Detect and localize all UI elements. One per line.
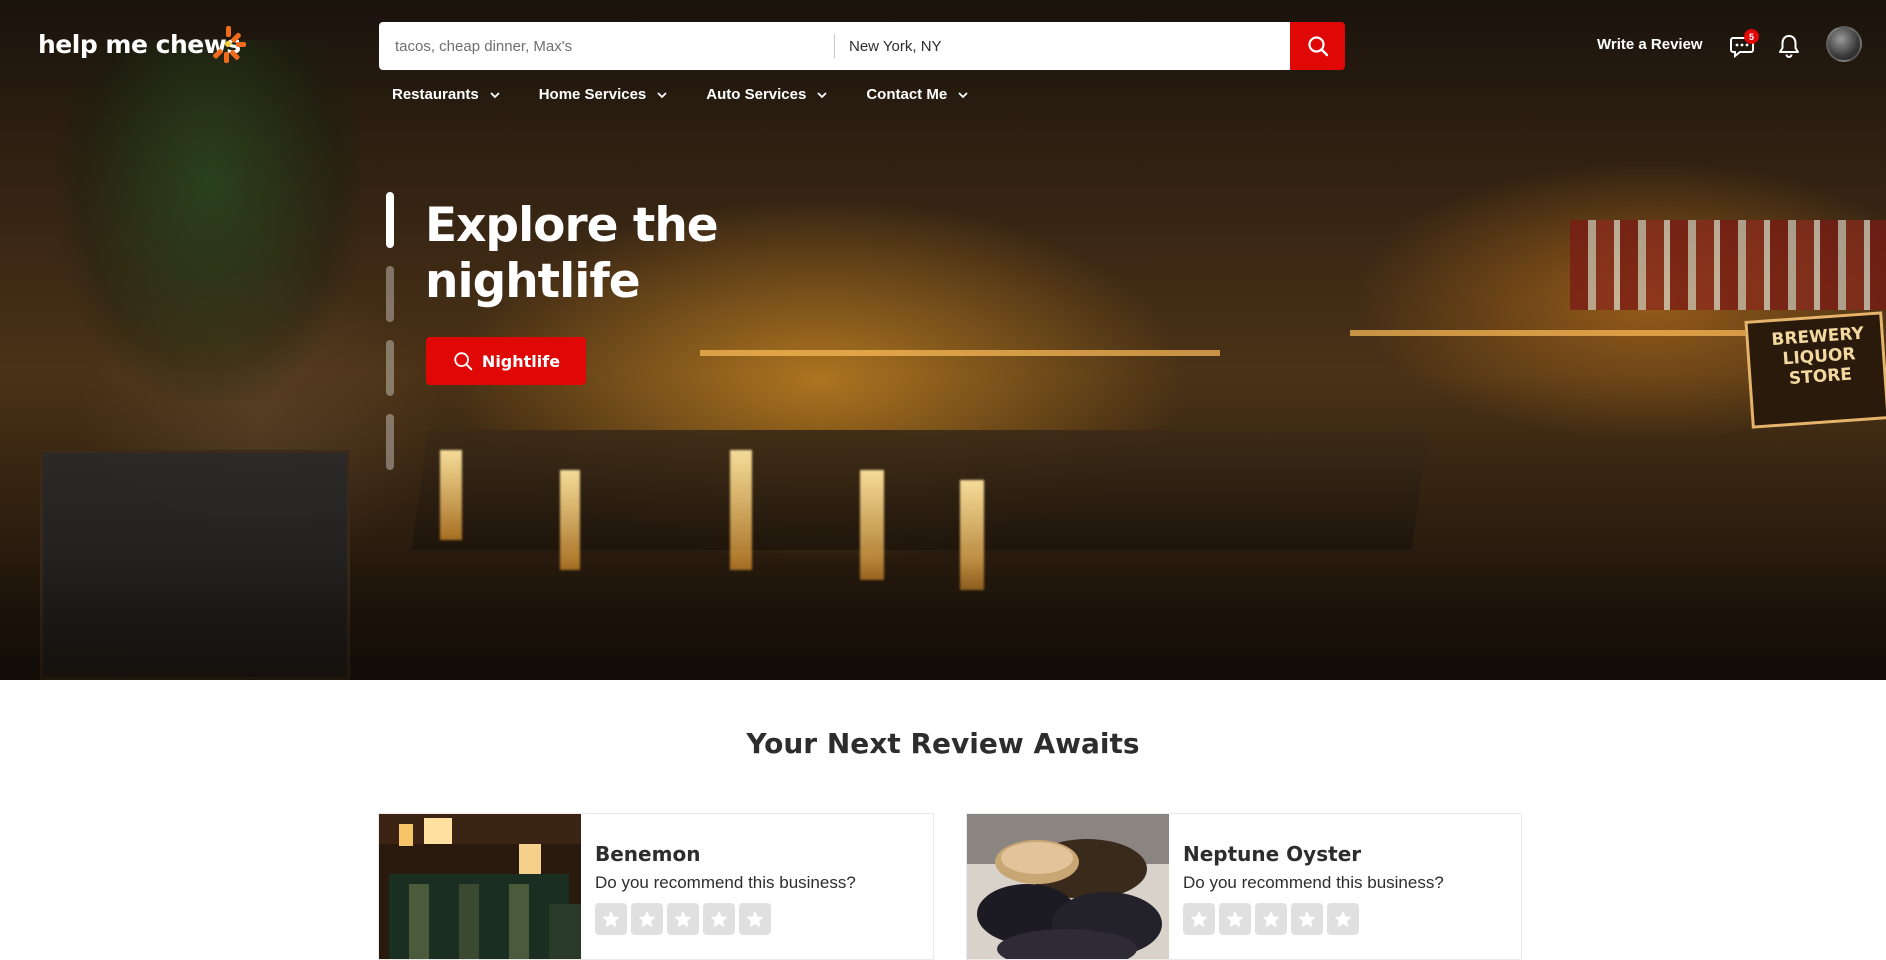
star-icon bbox=[638, 910, 656, 928]
section-title: Your Next Review Awaits bbox=[746, 727, 1140, 760]
hero-brewery-sign-text: BREWERY LIQUOR STORE bbox=[1770, 323, 1865, 389]
chevron-down-icon bbox=[958, 91, 968, 98]
recommend-question: Do you recommend this business? bbox=[595, 873, 856, 892]
nav-item-label: Contact Me bbox=[866, 86, 948, 103]
slide-indicator-2[interactable] bbox=[386, 266, 394, 322]
recommend-question: Do you recommend this business? bbox=[1183, 873, 1444, 892]
star-rating bbox=[1183, 903, 1363, 935]
star-3[interactable] bbox=[667, 903, 699, 935]
review-card[interactable]: Benemon Do you recommend this business? bbox=[378, 813, 934, 960]
star-icon bbox=[1334, 910, 1352, 928]
search-input[interactable] bbox=[379, 22, 834, 70]
slide-indicator-4[interactable] bbox=[386, 414, 394, 470]
star-5[interactable] bbox=[1327, 903, 1359, 935]
star-4[interactable] bbox=[703, 903, 735, 935]
slide-indicator-3[interactable] bbox=[386, 340, 394, 396]
star-1[interactable] bbox=[595, 903, 627, 935]
main-nav: Restaurants Home Services Auto Services … bbox=[392, 86, 1007, 103]
chevron-down-icon bbox=[490, 91, 500, 98]
star-3[interactable] bbox=[1255, 903, 1287, 935]
star-icon bbox=[674, 910, 692, 928]
nav-item-label: Home Services bbox=[538, 86, 647, 103]
star-icon bbox=[1298, 910, 1316, 928]
user-avatar[interactable] bbox=[1826, 26, 1862, 62]
nav-item-restaurants[interactable]: Restaurants bbox=[392, 86, 501, 103]
chevron-down-icon bbox=[817, 91, 827, 98]
messages-badge: 5 bbox=[1744, 29, 1759, 44]
logo-burst-icon bbox=[213, 26, 246, 63]
nav-item-contact-me[interactable]: Contact Me bbox=[866, 86, 969, 103]
star-4[interactable] bbox=[1291, 903, 1323, 935]
hero-bar-light bbox=[560, 470, 580, 570]
star-5[interactable] bbox=[739, 903, 771, 935]
hero-bar-light bbox=[440, 450, 462, 540]
hero-floor-shade bbox=[0, 560, 1886, 680]
hero-shelf-light bbox=[1350, 330, 1750, 336]
search-icon bbox=[454, 352, 473, 371]
write-review-link[interactable]: Write a Review bbox=[1597, 36, 1703, 53]
business-name[interactable]: Benemon bbox=[595, 842, 700, 866]
hero-slide-indicators bbox=[386, 192, 394, 488]
review-card[interactable]: Neptune Oyster Do you recommend this bus… bbox=[966, 813, 1522, 960]
nav-item-label: Restaurants bbox=[392, 86, 479, 103]
star-2[interactable] bbox=[631, 903, 663, 935]
business-photo bbox=[379, 814, 581, 959]
business-photo bbox=[967, 814, 1169, 959]
hero-title: Explore the nightlife bbox=[425, 198, 719, 309]
search-icon bbox=[1307, 36, 1328, 57]
nav-item-home-services[interactable]: Home Services bbox=[539, 86, 669, 103]
star-icon bbox=[1262, 910, 1280, 928]
star-icon bbox=[1190, 910, 1208, 928]
hero-brewery-sign: BREWERY LIQUOR STORE bbox=[1744, 311, 1886, 429]
star-icon bbox=[710, 910, 728, 928]
search-button[interactable] bbox=[1290, 22, 1345, 70]
hero-plant-decoration bbox=[60, 40, 360, 400]
slide-indicator-1[interactable] bbox=[386, 192, 394, 248]
hero-shelf-light bbox=[700, 350, 1220, 356]
nav-item-label: Auto Services bbox=[706, 86, 807, 103]
star-icon bbox=[602, 910, 620, 928]
logo[interactable]: help me chews bbox=[38, 30, 241, 59]
nightlife-button-label: Nightlife bbox=[481, 351, 561, 371]
chevron-down-icon bbox=[657, 91, 667, 98]
location-input[interactable] bbox=[835, 22, 1290, 70]
star-rating bbox=[595, 903, 775, 935]
star-icon bbox=[746, 910, 764, 928]
nightlife-button[interactable]: Nightlife bbox=[426, 337, 586, 385]
star-icon bbox=[1226, 910, 1244, 928]
bell-icon[interactable] bbox=[1776, 33, 1802, 59]
business-name[interactable]: Neptune Oyster bbox=[1183, 842, 1361, 866]
nav-item-auto-services[interactable]: Auto Services bbox=[706, 86, 828, 103]
star-2[interactable] bbox=[1219, 903, 1251, 935]
hero-bar-light bbox=[730, 450, 752, 570]
hero-shelf-decoration bbox=[1570, 220, 1886, 310]
star-1[interactable] bbox=[1183, 903, 1215, 935]
search-bar bbox=[379, 22, 1290, 70]
